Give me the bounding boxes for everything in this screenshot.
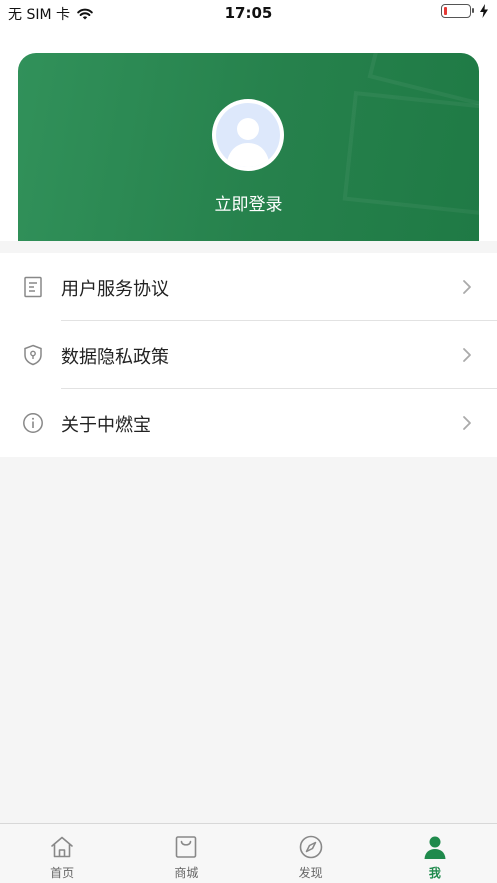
menu-item-about[interactable]: 关于中燃宝 [0, 389, 497, 457]
chevron-right-icon [463, 348, 471, 362]
avatar[interactable] [212, 99, 284, 171]
login-link[interactable]: 立即登录 [18, 190, 479, 215]
profile-card: 立即登录 [18, 53, 479, 241]
menu-item-label: 用户服务协议 [61, 279, 169, 300]
battery-icon [441, 4, 474, 18]
bottom-tab-bar: 首页 商城 发现 我 [0, 823, 497, 883]
shopping-bag-icon [176, 836, 197, 858]
chevron-right-icon [463, 416, 471, 430]
menu-item-label: 数据隐私政策 [61, 347, 169, 368]
status-bar: 无 SIM 卡 17:05 [0, 0, 497, 26]
info-icon [23, 413, 43, 433]
shield-lock-icon [24, 344, 42, 366]
charging-bolt-icon [480, 4, 488, 18]
tab-mall[interactable]: 商城 [124, 824, 248, 883]
chevron-right-icon [463, 280, 471, 294]
menu-item-label: 关于中燃宝 [61, 415, 151, 436]
status-right [441, 4, 489, 18]
menu-item-user-agreement[interactable]: 用户服务协议 [0, 253, 497, 321]
tab-home[interactable]: 首页 [0, 824, 124, 883]
status-time: 17:05 [224, 4, 273, 22]
tab-label: 首页 [50, 866, 75, 880]
document-icon [24, 276, 42, 298]
tab-discover[interactable]: 发现 [249, 824, 373, 883]
compass-icon [299, 835, 322, 859]
tab-label: 发现 [298, 866, 323, 880]
menu-item-privacy-policy[interactable]: 数据隐私政策 [0, 321, 497, 389]
home-icon [51, 836, 73, 858]
tab-me[interactable]: 我 [373, 824, 497, 883]
tab-label: 商城 [174, 866, 199, 880]
settings-menu: 用户服务协议 数据隐私政策 关于中燃宝 [0, 253, 497, 457]
person-icon [424, 836, 446, 859]
battery-level [444, 7, 447, 15]
avatar-placeholder-icon [216, 103, 280, 167]
tab-label: 我 [428, 866, 441, 880]
